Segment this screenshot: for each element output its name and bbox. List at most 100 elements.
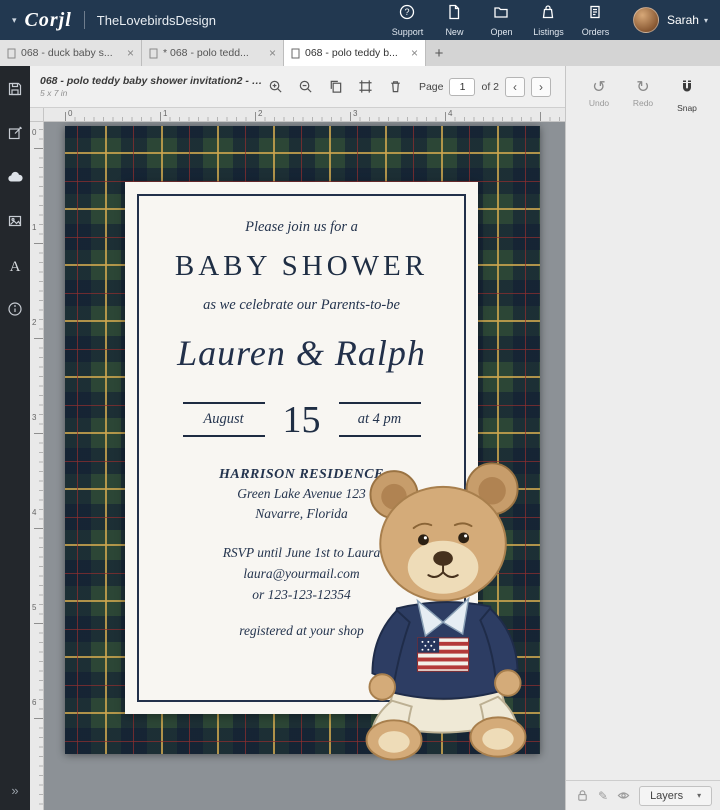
edit-icon <box>7 125 23 146</box>
new-document-icon <box>446 4 462 25</box>
nav-label: Open <box>490 26 513 37</box>
store-name: TheLovebirdsDesign <box>96 12 217 28</box>
user-menu-caret-icon[interactable]: ▾ <box>704 16 708 25</box>
ruler-number: 1 <box>32 223 37 232</box>
ruler-number: 6 <box>32 698 37 707</box>
layers-dropdown[interactable]: Layers ▾ <box>639 785 713 806</box>
close-icon[interactable]: × <box>127 47 134 59</box>
ruler-corner <box>30 108 44 122</box>
tab-polo-teddy-1[interactable]: * 068 - polo tedd... × <box>142 40 284 66</box>
zoom-in-button[interactable] <box>268 79 283 94</box>
duplicate-page-button[interactable] <box>328 79 343 94</box>
text-tool-button[interactable]: A <box>0 256 30 278</box>
edit-design-button[interactable] <box>0 124 30 146</box>
pencil-icon[interactable]: ✎ <box>598 789 608 803</box>
divider <box>83 11 85 29</box>
expand-sidebar-button[interactable]: » <box>11 783 18 798</box>
save-button[interactable] <box>0 80 30 102</box>
tab-label: * 068 - polo tedd... <box>163 47 249 59</box>
document-dimensions: 5 x 7 in <box>40 88 68 98</box>
redo-icon: ↻ <box>636 77 650 96</box>
invite-time-text[interactable]: at 4 pm <box>338 402 421 437</box>
vertical-ruler: 0 1 2 3 4 5 6 <box>30 122 44 810</box>
layers-label: Layers <box>650 789 684 802</box>
ruler-number: 1 <box>163 109 168 118</box>
info-button[interactable] <box>0 300 30 322</box>
ruler-number: 2 <box>32 318 37 327</box>
menu-caret-icon[interactable]: ▾ <box>12 15 17 26</box>
ruler-number: 3 <box>32 413 37 422</box>
page-label: Page <box>418 80 444 93</box>
undo-button[interactable]: ↺ Undo <box>580 78 618 113</box>
file-icon <box>291 48 300 59</box>
canvas-wrap: 0 1 2 3 4 0 1 2 3 4 5 6 Please join us f… <box>30 108 565 810</box>
close-icon[interactable]: × <box>269 47 276 59</box>
text-icon: A <box>9 258 21 275</box>
listings-button[interactable]: Listings <box>525 4 572 37</box>
svg-text:?: ? <box>405 7 410 17</box>
tab-label: 068 - polo teddy b... <box>305 47 398 59</box>
teddy-bear-illustration[interactable] <box>343 452 549 764</box>
lock-icon[interactable] <box>576 789 589 802</box>
magnet-icon <box>678 78 696 101</box>
new-button[interactable]: New <box>431 4 478 37</box>
invitation-artboard-plaid[interactable]: Please join us for a BABY SHOWER as we c… <box>65 126 540 761</box>
editor-area: 068 - polo teddy baby shower invitation2… <box>30 66 565 810</box>
ruler-number: 2 <box>258 109 263 118</box>
canvas[interactable]: Please join us for a BABY SHOWER as we c… <box>44 122 565 810</box>
previous-page-button[interactable]: ‹ <box>505 76 525 97</box>
page-number-input[interactable] <box>449 77 476 96</box>
upload-button[interactable] <box>0 168 30 190</box>
invite-day-text[interactable]: 15 <box>279 398 325 442</box>
invite-title-text[interactable]: BABY SHOWER <box>139 248 464 284</box>
undo-icon: ↺ <box>592 77 606 96</box>
invite-subtitle-text[interactable]: as we celebrate our Parents-to-be <box>139 296 464 314</box>
left-tool-sidebar: A » <box>0 66 30 810</box>
document-tab-bar: 068 - duck baby s... × * 068 - polo tedd… <box>0 40 720 66</box>
page-total: of 2 <box>481 80 499 93</box>
layers-bar: ✎ Layers ▾ <box>566 780 720 810</box>
next-page-button[interactable]: › <box>531 76 551 97</box>
nav-label: Support <box>391 26 424 37</box>
snap-toggle-button[interactable]: Snap <box>668 78 706 113</box>
tab-label: 068 - duck baby s... <box>21 47 113 59</box>
new-tab-button[interactable]: + <box>426 40 452 66</box>
invite-names-text[interactable]: Lauren & Ralph <box>139 331 464 376</box>
ruler-number: 4 <box>448 109 453 118</box>
open-folder-icon <box>493 4 509 25</box>
redo-button[interactable]: ↻ Redo <box>624 78 662 113</box>
ruler-number: 0 <box>32 128 37 137</box>
horizontal-ruler: 0 1 2 3 4 <box>44 108 565 122</box>
artboard-button[interactable] <box>358 79 373 94</box>
nav-label: Orders <box>581 26 610 37</box>
support-button[interactable]: ? Support <box>384 4 431 37</box>
corjl-logo[interactable]: Corjl <box>25 9 72 32</box>
right-panel: ↺ Undo ↻ Redo Snap ✎ Layers ▾ <box>565 66 720 810</box>
image-icon <box>7 213 23 234</box>
tab-duck-baby[interactable]: 068 - duck baby s... × <box>0 40 142 66</box>
ruler-number: 3 <box>353 109 358 118</box>
save-icon <box>7 81 23 102</box>
user-avatar[interactable] <box>632 7 659 33</box>
info-icon <box>7 301 23 322</box>
ruler-number: 0 <box>68 109 73 118</box>
orders-button[interactable]: Orders <box>572 4 619 37</box>
nav-label: New <box>445 26 464 37</box>
delete-page-button[interactable] <box>388 79 403 94</box>
invite-date-block[interactable]: August 15 at 4 pm <box>139 398 464 442</box>
close-icon[interactable]: × <box>411 47 418 59</box>
invite-month-text[interactable]: August <box>182 402 265 437</box>
invite-intro-text[interactable]: Please join us for a <box>139 218 464 236</box>
page-controls: Page of 2 ‹ › <box>418 76 555 97</box>
document-info: 068 - polo teddy baby shower invitation2… <box>40 75 268 98</box>
tab-polo-teddy-2-active[interactable]: 068 - polo teddy b... × <box>284 40 426 66</box>
images-button[interactable] <box>0 212 30 234</box>
orders-receipt-icon <box>587 4 603 25</box>
shopping-bag-icon <box>540 4 556 25</box>
ruler-number: 5 <box>32 603 37 612</box>
open-button[interactable]: Open <box>478 4 525 37</box>
support-icon: ? <box>399 4 415 25</box>
visibility-eye-icon[interactable] <box>617 789 630 802</box>
zoom-out-button[interactable] <box>298 79 313 94</box>
user-name[interactable]: Sarah <box>667 13 699 27</box>
